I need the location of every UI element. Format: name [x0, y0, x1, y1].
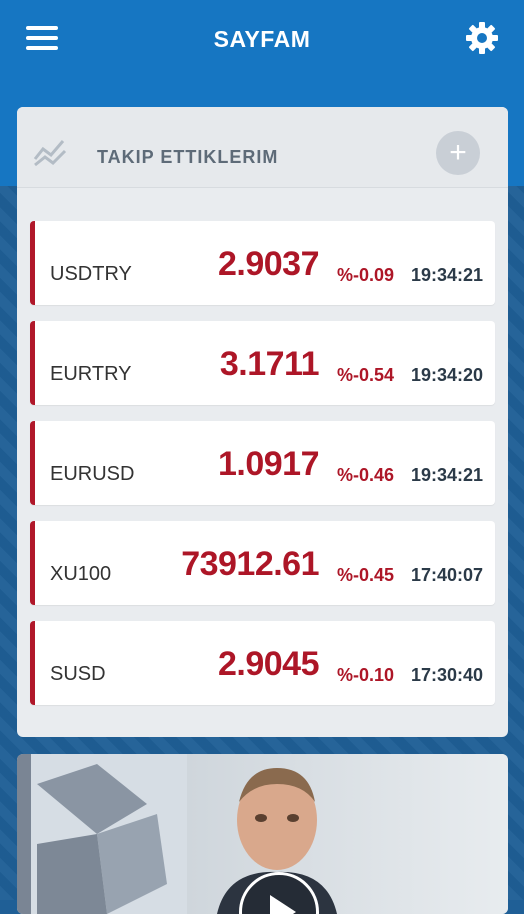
page-title: SAYFAM [213, 26, 311, 52]
play-icon [270, 895, 296, 914]
symbol-label: SUSD [50, 663, 106, 685]
symbol-label: USDTRY [50, 263, 132, 285]
gear-icon[interactable] [464, 20, 500, 56]
trend-lines-icon [33, 140, 67, 167]
change-value: %-0.45 [337, 565, 395, 585]
list-item[interactable]: SUSD 2.9045 %-0.10 17:30:40 [30, 621, 495, 705]
price-value: 73912.61 [181, 545, 319, 583]
time-value: 19:34:21 [411, 265, 484, 285]
symbol-label: EURTRY [50, 363, 132, 385]
watchlist-title: TAKIP ETTIKLERIM [97, 147, 279, 167]
play-button[interactable] [239, 872, 319, 914]
time-value: 19:34:20 [411, 365, 484, 385]
price-value: 2.9037 [218, 245, 320, 283]
video-card[interactable] [17, 754, 508, 914]
list-item[interactable]: XU100 73912.61 %-0.45 17:40:07 [30, 521, 495, 605]
list-item[interactable]: USDTRY 2.9037 %-0.09 19:34:21 [30, 221, 495, 305]
watchlist-header: TAKIP ETTIKLERIM + [17, 107, 508, 188]
watchlist-panel: TAKIP ETTIKLERIM + USDTRY 2.9037 %-0.09 … [17, 107, 508, 737]
price-value: 1.0917 [218, 445, 320, 483]
time-value: 17:40:07 [411, 565, 484, 585]
change-value: %-0.10 [337, 665, 395, 685]
video-edge [17, 754, 31, 914]
symbol-label: XU100 [50, 563, 112, 585]
price-value: 2.9045 [218, 645, 320, 683]
price-value: 3.1711 [219, 345, 320, 383]
add-button[interactable]: + [436, 131, 480, 175]
change-value: %-0.46 [337, 465, 395, 485]
time-value: 19:34:21 [411, 465, 484, 485]
logo-watermark [37, 764, 167, 914]
change-value: %-0.54 [337, 365, 395, 385]
list-item[interactable]: EURUSD 1.0917 %-0.46 19:34:21 [30, 421, 495, 505]
time-value: 17:30:40 [411, 665, 484, 685]
change-value: %-0.09 [337, 265, 395, 285]
symbol-label: EURUSD [50, 463, 135, 485]
list-item[interactable]: EURTRY 3.1711 %-0.54 19:34:20 [30, 321, 495, 405]
